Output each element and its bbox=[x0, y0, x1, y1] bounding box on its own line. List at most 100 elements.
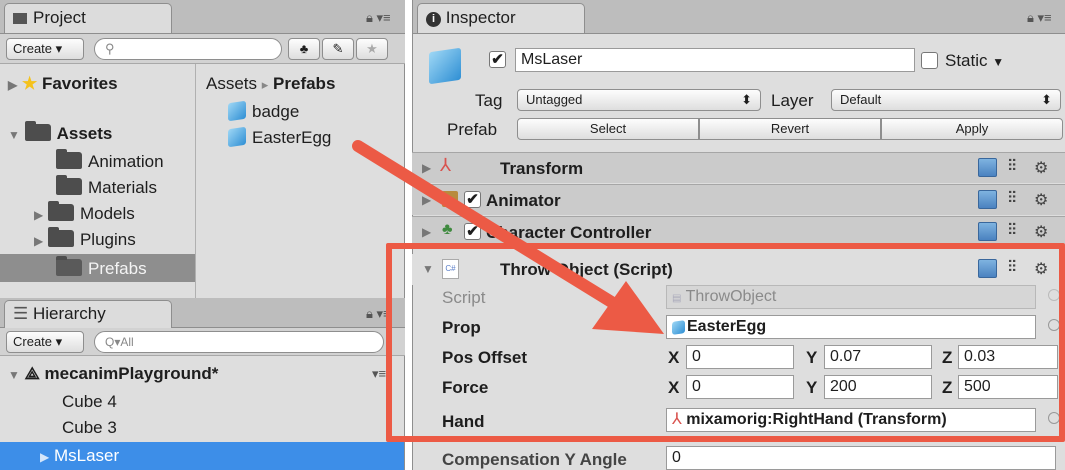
active-checkbox[interactable]: ✔ bbox=[489, 51, 506, 68]
favorites-item[interactable]: ▶ ★ Favorites bbox=[8, 74, 118, 95]
help-book-icon[interactable] bbox=[978, 158, 997, 177]
tab-hierarchy-label: Hierarchy bbox=[32, 304, 106, 323]
folder-materials[interactable]: Materials bbox=[56, 175, 157, 198]
search-input[interactable]: ⚲ bbox=[94, 38, 282, 60]
prefab-cube-icon bbox=[672, 320, 685, 335]
component-header-character-controller[interactable]: ▶ ♣ ✔ Character Controller ⫶⫶ ⚙ bbox=[412, 216, 1065, 247]
expand-arrow-icon: ▶ bbox=[40, 450, 50, 464]
scene-menu-icon[interactable]: ▾≡ bbox=[372, 366, 386, 382]
script-label: Script bbox=[442, 288, 486, 307]
layer-dropdown[interactable]: Default ⬍ bbox=[831, 89, 1061, 111]
folder-plugins[interactable]: ▶ Plugins bbox=[34, 227, 136, 251]
expand-arrow-icon: ▶ bbox=[34, 208, 44, 222]
asset-item[interactable]: badge bbox=[228, 100, 299, 122]
prop-field[interactable]: EasterEgg bbox=[666, 315, 1036, 339]
component-title: Transform bbox=[500, 159, 584, 178]
pos-y-field[interactable]: 0.07 bbox=[824, 345, 932, 369]
prefab-apply-button[interactable]: Apply bbox=[881, 118, 1063, 140]
folder-icon bbox=[56, 175, 82, 195]
pos-z-field[interactable]: 0.03 bbox=[958, 345, 1058, 369]
gear-icon[interactable]: ⚙ bbox=[1034, 259, 1048, 279]
folder-icon bbox=[13, 13, 27, 24]
force-z-field[interactable]: 500 bbox=[958, 375, 1058, 399]
list-icon: ☰ bbox=[13, 304, 29, 323]
transform-axes-icon: ⅄ bbox=[440, 155, 451, 175]
breadcrumb-root[interactable]: Assets bbox=[206, 74, 257, 93]
folder-label: Models bbox=[79, 204, 135, 223]
static-label[interactable]: Static ▼ bbox=[945, 51, 1004, 72]
lock-icon[interactable]: 🔒︎ ▾≡ bbox=[366, 306, 391, 322]
enabled-checkbox[interactable]: ✔ bbox=[464, 191, 481, 208]
preset-sliders-icon[interactable]: ⫶⫶ bbox=[1008, 158, 1016, 176]
asset-item[interactable]: EasterEgg bbox=[228, 126, 332, 148]
axis-label-z: Z bbox=[942, 378, 953, 397]
hand-value: mixamorig:RightHand (Transform) bbox=[686, 411, 947, 428]
gear-icon[interactable]: ⚙ bbox=[1034, 158, 1048, 178]
hierarchy-item[interactable]: Cube 4 bbox=[62, 392, 117, 412]
dropdown-arrow-icon: ⬍ bbox=[741, 92, 752, 107]
help-book-icon[interactable] bbox=[978, 259, 997, 278]
prefab-select-button[interactable]: Select bbox=[517, 118, 699, 140]
object-picker-icon[interactable] bbox=[1048, 412, 1060, 424]
preset-sliders-icon[interactable]: ⫶⫶ bbox=[1008, 190, 1016, 208]
component-title: Character Controller bbox=[486, 223, 652, 242]
component-header-animator[interactable]: ▶ ✔ Animator ⫶⫶ ⚙ bbox=[412, 184, 1065, 215]
prop-label: Prop bbox=[442, 318, 481, 337]
project-panel: Project 🔒︎ ▾≡ Create ▾ ⚲ ♣ ✎ ★ ▶ ★ Favor… bbox=[0, 0, 405, 298]
folder-label: Plugins bbox=[79, 230, 136, 249]
expand-arrow-icon: ▶ bbox=[422, 225, 432, 239]
prop-value: EasterEgg bbox=[687, 318, 767, 335]
filter-type-button[interactable]: ♣ bbox=[288, 38, 320, 60]
project-tree: ▶ ★ Favorites ▼ Assets Animation Materia… bbox=[0, 64, 196, 298]
prefab-label: Prefab bbox=[447, 120, 498, 139]
folder-models[interactable]: ▶ Models bbox=[34, 201, 135, 225]
gear-icon[interactable]: ⚙ bbox=[1034, 222, 1048, 242]
expand-arrow-icon: ▶ bbox=[34, 234, 44, 248]
scene-label: mecanimPlayground* bbox=[44, 364, 219, 383]
preset-sliders-icon[interactable]: ⫶⫶ bbox=[1008, 259, 1016, 277]
tab-project[interactable]: Project bbox=[4, 3, 172, 33]
object-picker-icon[interactable] bbox=[1048, 289, 1060, 301]
create-button[interactable]: Create ▾ bbox=[6, 331, 84, 353]
tab-inspector-label: Inspector bbox=[445, 8, 516, 27]
gear-icon[interactable]: ⚙ bbox=[1034, 190, 1048, 210]
force-y-field[interactable]: 200 bbox=[824, 375, 932, 399]
star-filter-button[interactable]: ★ bbox=[356, 38, 388, 60]
hierarchy-item[interactable]: Cube 3 bbox=[62, 418, 117, 438]
component-header-throw-object[interactable]: ▼ C# Throw Object (Script) ⫶⫶ ⚙ bbox=[412, 254, 1065, 285]
force-x-field[interactable]: 0 bbox=[686, 375, 794, 399]
preset-sliders-icon[interactable]: ⫶⫶ bbox=[1008, 222, 1016, 240]
prefab-revert-button[interactable]: Revert bbox=[699, 118, 881, 140]
help-book-icon[interactable] bbox=[978, 190, 997, 209]
tag-value: Untagged bbox=[526, 92, 583, 107]
asset-label: EasterEgg bbox=[252, 128, 332, 147]
scene-item[interactable]: ▼ ⟁ mecanimPlayground* bbox=[8, 364, 218, 385]
folder-prefabs[interactable]: Prefabs bbox=[56, 256, 147, 279]
component-header-transform[interactable]: ▶ ⅄ Transform ⫶⫶ ⚙ bbox=[412, 152, 1065, 183]
folder-animation[interactable]: Animation bbox=[56, 149, 164, 172]
animator-icon bbox=[442, 191, 458, 207]
search-input[interactable]: Q▾All bbox=[94, 331, 384, 353]
pos-x-field[interactable]: 0 bbox=[686, 345, 794, 369]
tab-inspector[interactable]: i Inspector bbox=[417, 3, 585, 33]
axis-label-x: X bbox=[668, 378, 680, 397]
breadcrumb-current[interactable]: Prefabs bbox=[273, 74, 335, 93]
static-checkbox[interactable] bbox=[921, 52, 938, 69]
layer-label: Layer bbox=[771, 91, 814, 110]
script-field: ▤ ThrowObject bbox=[666, 285, 1036, 309]
enabled-checkbox[interactable]: ✔ bbox=[464, 223, 481, 240]
filter-label-button[interactable]: ✎ bbox=[322, 38, 354, 60]
object-picker-icon[interactable] bbox=[1048, 319, 1060, 331]
name-field[interactable]: MsLaser bbox=[515, 48, 915, 72]
tag-dropdown[interactable]: Untagged ⬍ bbox=[517, 89, 761, 111]
tab-hierarchy[interactable]: ☰ Hierarchy bbox=[4, 300, 172, 328]
prefab-cube-icon bbox=[228, 126, 246, 148]
hand-field[interactable]: ⅄ mixamorig:RightHand (Transform) bbox=[666, 408, 1036, 432]
assets-item[interactable]: ▼ Assets bbox=[8, 121, 112, 145]
compensation-field[interactable]: 0 bbox=[666, 446, 1056, 470]
lock-icon[interactable]: 🔒︎ ▾≡ bbox=[366, 10, 391, 26]
help-book-icon[interactable] bbox=[978, 222, 997, 241]
hierarchy-item[interactable]: ▶ MsLaser bbox=[40, 446, 119, 467]
create-button[interactable]: Create ▾ bbox=[6, 38, 84, 60]
lock-icon[interactable]: 🔒︎ ▾≡ bbox=[1027, 10, 1052, 26]
